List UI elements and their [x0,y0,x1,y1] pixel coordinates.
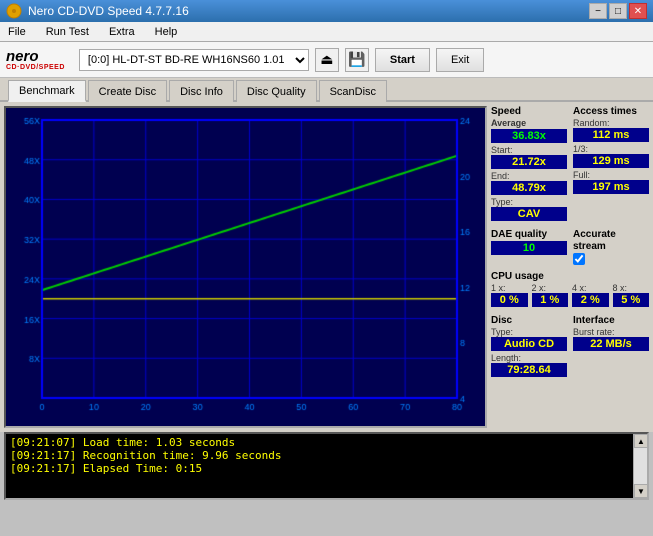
title-bar-text: Nero CD-DVD Speed 4.7.7.16 [28,4,189,18]
menu-file[interactable]: File [4,24,30,40]
scroll-up-button[interactable]: ▲ [634,434,648,448]
cpu-2x-value: 1 % [532,293,569,307]
save-button[interactable]: 💾 [345,48,369,72]
tab-scandisc[interactable]: ScanDisc [319,80,387,102]
cpu-1x-value: 0 % [491,293,528,307]
average-value: 36.83x [491,129,567,143]
toolbar: nero CD·DVD/SPEED [0:0] HL-DT-ST BD-RE W… [0,42,653,78]
nero-logo-top: nero [6,49,39,64]
end-value: 48.79x [491,181,567,195]
tab-benchmark[interactable]: Benchmark [8,80,86,102]
dae-section: DAE quality 10 [491,229,567,265]
menu-bar: File Run Test Extra Help [0,22,653,42]
full-value: 197 ms [573,180,649,194]
burst-rate-value: 22 MB/s [573,337,649,351]
cpu-1x: 1 x: 0 % [491,283,528,309]
interface-section: Interface Burst rate: 22 MB/s [573,315,649,379]
minimize-button[interactable]: − [589,3,607,19]
one-third-label: 1/3: [573,144,649,154]
cpu-section: CPU usage 1 x: 0 % 2 x: 1 % 4 x: 2 % 8 x… [491,271,649,309]
log-content: [09:21:07] Load time: 1.03 seconds [09:2… [6,434,647,477]
end-label: End: [491,171,567,181]
log-scrollbar[interactable]: ▲ ▼ [633,434,647,498]
start-value: 21.72x [491,155,567,169]
title-bar-controls: − □ ✕ [589,3,647,19]
log-line-0: [09:21:07] Load time: 1.03 seconds [10,436,643,449]
tab-disc-info[interactable]: Disc Info [169,80,234,102]
dae-value: 10 [491,241,567,255]
dae-title: DAE quality [491,229,567,240]
speed-section: Speed Average 36.83x Start: 21.72x End: … [491,106,567,223]
start-button[interactable]: Start [375,48,430,72]
accurate-stream-checkbox[interactable] [573,253,585,265]
benchmark-chart [6,108,485,426]
start-label: Start: [491,145,567,155]
scroll-down-button[interactable]: ▼ [634,484,648,498]
cpu-8x: 8 x: 5 % [613,283,650,309]
chart-container [4,106,487,428]
log-area: [09:21:07] Load time: 1.03 seconds [09:2… [4,432,649,500]
menu-run-test[interactable]: Run Test [42,24,93,40]
full-label: Full: [573,170,649,180]
cpu-4x: 4 x: 2 % [572,283,609,309]
cpu-8x-value: 5 % [613,293,650,307]
menu-extra[interactable]: Extra [105,24,139,40]
title-bar-left: Nero CD-DVD Speed 4.7.7.16 [6,3,189,19]
tab-bar: Benchmark Create Disc Disc Info Disc Qua… [0,78,653,102]
interface-title: Interface [573,315,649,326]
exit-button[interactable]: Exit [436,48,484,72]
random-value: 112 ms [573,128,649,142]
maximize-button[interactable]: □ [609,3,627,19]
type-value: CAV [491,207,567,221]
menu-help[interactable]: Help [151,24,182,40]
cpu-title: CPU usage [491,271,649,282]
cpu-4x-value: 2 % [572,293,609,307]
one-third-value: 129 ms [573,154,649,168]
speed-title: Speed [491,106,567,117]
accurate-subtitle: stream [573,241,649,252]
drive-selector[interactable]: [0:0] HL-DT-ST BD-RE WH16NS60 1.01 [79,49,309,71]
main-area: Speed Average 36.83x Start: 21.72x End: … [0,102,653,432]
nero-logo-bottom: CD·DVD/SPEED [6,64,65,71]
log-line-1: [09:21:17] Recognition time: 9.96 second… [10,449,643,462]
tab-disc-quality[interactable]: Disc Quality [236,80,317,102]
disc-title: Disc [491,315,567,326]
tab-create-disc[interactable]: Create Disc [88,80,167,102]
random-label: Random: [573,118,649,128]
close-button[interactable]: ✕ [629,3,647,19]
access-title: Access times [573,106,649,117]
accurate-title: Accurate [573,229,649,240]
average-label: Average [491,118,526,128]
log-line-2: [09:21:17] Elapsed Time: 0:15 [10,462,643,475]
accurate-stream-row [573,253,649,265]
disc-length-value: 79:28.64 [491,363,567,377]
cpu-2x: 2 x: 1 % [532,283,569,309]
eject-button[interactable]: ⏏ [315,48,339,72]
disc-section: Disc Type: Audio CD Length: 79:28.64 [491,315,567,379]
disc-icon [6,3,22,19]
title-bar: Nero CD-DVD Speed 4.7.7.16 − □ ✕ [0,0,653,22]
nero-logo: nero CD·DVD/SPEED [6,49,65,71]
access-section: Access times Random: 112 ms 1/3: 129 ms … [573,106,649,223]
type-label: Type: [491,197,567,207]
right-panel: Speed Average 36.83x Start: 21.72x End: … [491,106,649,428]
disc-type-value: Audio CD [491,337,567,351]
accurate-section: Accurate stream [573,229,649,265]
